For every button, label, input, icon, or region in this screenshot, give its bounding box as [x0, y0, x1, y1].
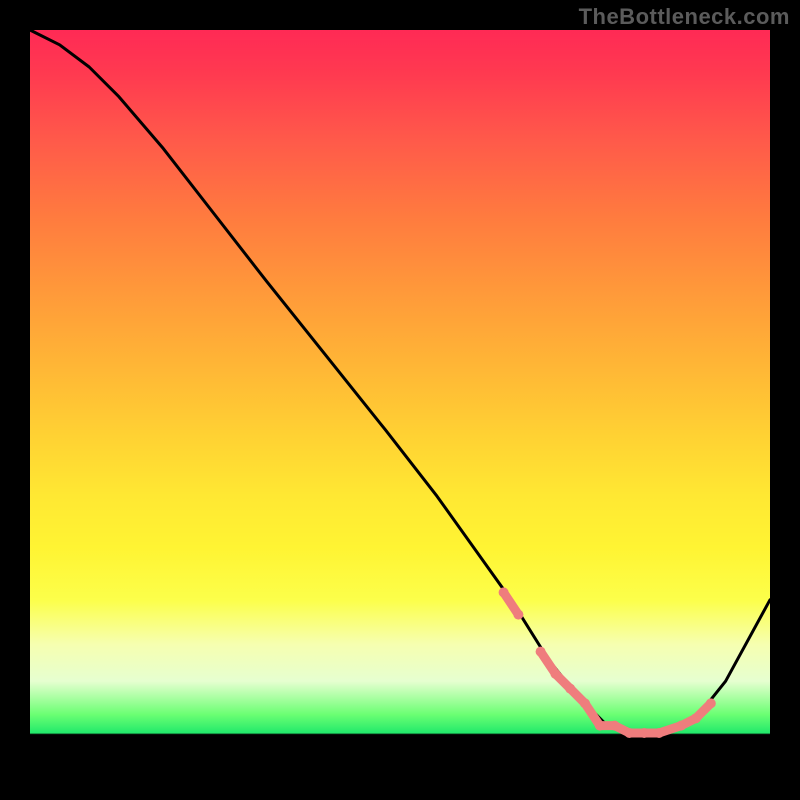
curve-svg: [30, 30, 770, 770]
plot-gradient-area: [30, 30, 770, 770]
chart-frame: TheBottleneck.com: [0, 0, 800, 800]
marker-segment: [696, 703, 711, 718]
marker-segment: [504, 592, 519, 614]
watermark-text: TheBottleneck.com: [579, 4, 790, 30]
marker-group: [499, 587, 716, 738]
bottleneck-curve-line: [30, 30, 770, 733]
